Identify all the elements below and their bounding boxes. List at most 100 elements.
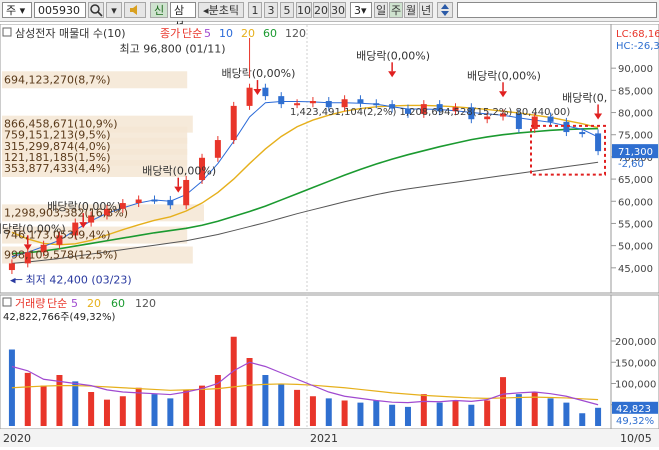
- period-week-button[interactable]: 주: [389, 2, 403, 18]
- volume-bar: [309, 396, 316, 426]
- price-y-tick-label: 65,000: [618, 175, 653, 186]
- volume-band-label: 694,123,270(8,7%): [4, 73, 111, 86]
- volume-bar: [595, 407, 602, 426]
- x-label-date: 10/05: [620, 432, 652, 445]
- candle-body: [579, 132, 586, 135]
- volume-band-label: 746,173,053(9,4%): [4, 229, 111, 242]
- x-label-2021: 2021: [310, 432, 338, 445]
- volume-bar: [579, 413, 586, 426]
- volume-bar: [278, 383, 285, 426]
- volume-bar: [214, 375, 221, 426]
- volume-bar: [547, 398, 554, 426]
- volume-bar: [262, 375, 269, 426]
- period-prefix-button[interactable]: ◂분초틱: [198, 2, 244, 18]
- price-legend-item: 20: [241, 27, 255, 40]
- period-day-button[interactable]: 일: [374, 2, 388, 18]
- price-legend-item: 단순: [182, 27, 202, 40]
- last-volume-label: 42,823: [616, 404, 651, 415]
- updown-arrow-icon[interactable]: [437, 2, 453, 18]
- volume-bar: [199, 385, 206, 426]
- period-prefix-label: 분초틱: [208, 4, 239, 17]
- price-y-tick-label: 55,000: [618, 219, 653, 230]
- candle-body: [357, 99, 364, 104]
- volume-band-label: 998,109,578(12,5%): [4, 249, 118, 262]
- volume-legend-item: 단순: [47, 297, 67, 310]
- volume-legend-item: 120: [135, 297, 156, 310]
- price-y-tick-label: 75,000: [618, 131, 653, 142]
- period-3-button[interactable]: 3: [264, 2, 278, 18]
- price-legend-item: 10: [219, 27, 233, 40]
- period-year-button[interactable]: 년: [419, 2, 433, 18]
- candle-body: [262, 87, 269, 97]
- custom-period-value: 3: [354, 4, 361, 17]
- volume-legend-item: 60: [111, 297, 125, 310]
- volume-bar: [468, 404, 475, 426]
- volume-bar: [563, 402, 570, 426]
- period-month-button[interactable]: 월: [404, 2, 418, 18]
- collapse-icon[interactable]: [2, 27, 12, 37]
- volume-collapse-icon[interactable]: [2, 297, 12, 307]
- dividend-annotation: 배당락(0,00%): [467, 69, 541, 82]
- volume-bar: [436, 402, 443, 426]
- dividend-annotation: 배당락(0,00%): [142, 165, 216, 178]
- chart-frame: 배당락(0,00%) 배당락(0,00%) 배당락(0,00%) 배당락(0,00%)…: [0, 23, 659, 447]
- period-20-button[interactable]: 20: [313, 2, 329, 18]
- volume-y-tick-label: 200,000: [615, 337, 656, 348]
- candle-body: [8, 263, 15, 271]
- credit-badge[interactable]: 신: [150, 2, 168, 18]
- extra-input[interactable]: [457, 2, 657, 18]
- price-y-tick-label: 50,000: [618, 242, 653, 253]
- candle-body: [183, 179, 190, 206]
- candle-body: [294, 103, 301, 106]
- volume-bar: [452, 400, 459, 426]
- price-legend-item: 120: [285, 27, 306, 40]
- volume-bar: [357, 402, 364, 426]
- dropdown-chevron-icon[interactable]: ▾: [106, 2, 122, 18]
- period-1-button[interactable]: 1: [248, 2, 262, 18]
- stock-chart[interactable]: 배당락(0,00%) 배당락(0,00%) 배당락(0,00%) 배당락(0,00%)…: [0, 23, 659, 447]
- market-select[interactable]: 주 ▾: [2, 2, 32, 18]
- search-icon[interactable]: [88, 2, 104, 18]
- hc-label: HC:-26,3: [616, 41, 659, 52]
- period-5-button[interactable]: 5: [280, 2, 294, 18]
- period-10-button[interactable]: 10: [296, 2, 312, 18]
- volume-bar: [103, 399, 110, 426]
- x-label-2020: 2020: [3, 432, 31, 445]
- price-y-tick-label: 60,000: [618, 197, 653, 208]
- price-y-tick-label: 45,000: [618, 264, 653, 275]
- speaker-icon[interactable]: [124, 2, 146, 18]
- stock-name-field: 삼성: [170, 2, 196, 33]
- stock-code-input[interactable]: 005930: [34, 2, 86, 18]
- volume-bar: [325, 398, 332, 426]
- last-price-label: 71,300: [618, 147, 653, 158]
- high-price-label: 최고 96,800 (01/11): [120, 43, 226, 56]
- volume-bar: [484, 400, 491, 426]
- candle-body: [135, 199, 142, 204]
- last-change-label: -2,60: [618, 159, 644, 170]
- volume-bar: [40, 385, 47, 426]
- volume-legend-item: 거래량: [15, 297, 45, 310]
- volume-bar: [183, 389, 190, 426]
- volume-bar: [151, 394, 158, 426]
- price-chart-title: 삼성전자 매물대 수(10): [15, 27, 126, 40]
- dividend-annotation: 배당락(0,00%): [221, 67, 295, 80]
- volume-y-tick-label: 100,000: [615, 380, 656, 391]
- volume-bar: [119, 396, 126, 426]
- volume-band-label: 1,298,903,382(16,3%): [4, 206, 128, 219]
- volume-legend-item: 20: [87, 297, 101, 310]
- price-y-tick-label: 90,000: [618, 64, 653, 75]
- price-y-tick-label: 85,000: [618, 86, 653, 97]
- custom-period-select[interactable]: 3▾: [350, 2, 372, 18]
- volume-bar: [389, 404, 396, 426]
- volume-bar: [420, 394, 427, 426]
- lc-label: LC:68,16: [616, 29, 659, 40]
- toolbar: 주 ▾ 005930 ▾ 신 삼성 ◂분초틱 1 3 5 10 20 30 3▾…: [0, 0, 659, 33]
- dividend-annotation: 배당락(0,: [562, 91, 607, 104]
- period-30-button[interactable]: 30: [330, 2, 346, 18]
- volume-bar: [230, 336, 237, 426]
- candle-body: [151, 199, 158, 202]
- volume-y-tick-label: 150,000: [615, 358, 656, 369]
- volume-bar: [341, 400, 348, 426]
- candle-body: [246, 87, 253, 106]
- volume-bar: [294, 389, 301, 426]
